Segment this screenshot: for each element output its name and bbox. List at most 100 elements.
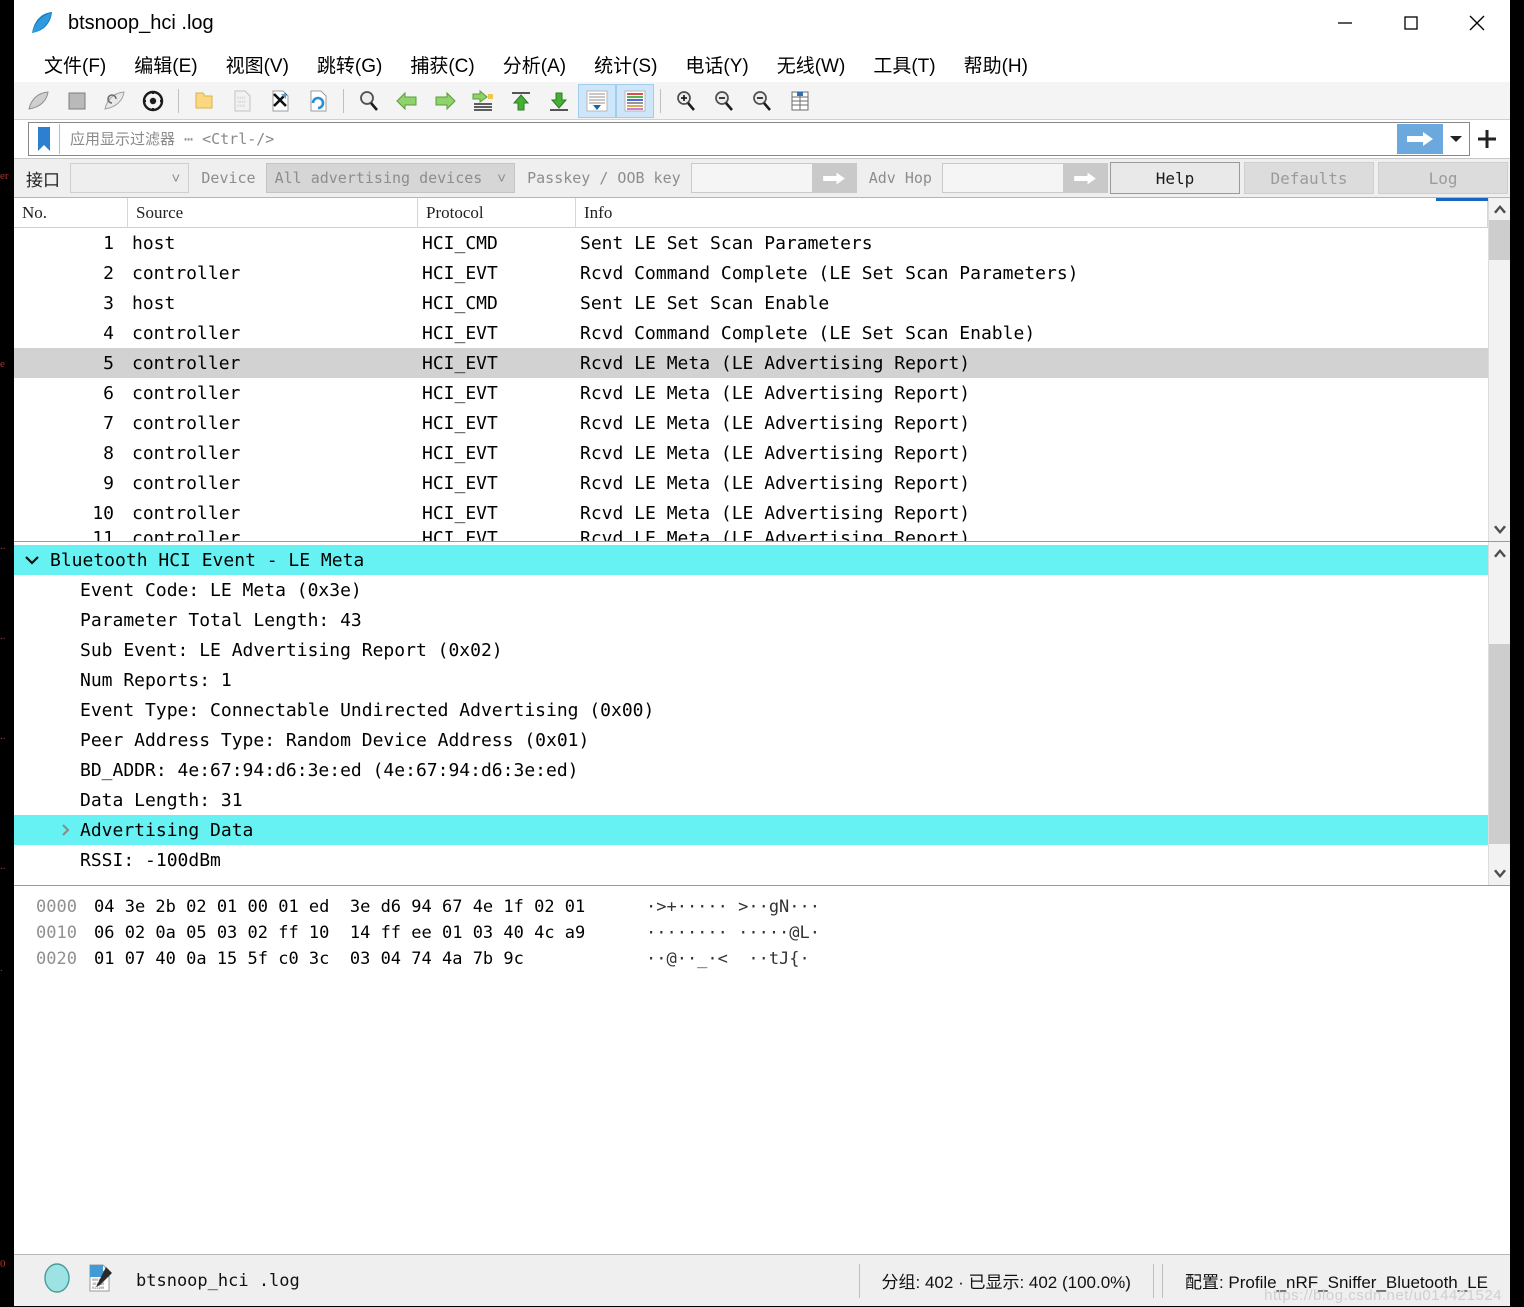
- detail-row[interactable]: Parameter Total Length: 43: [14, 605, 1488, 635]
- detail-row[interactable]: Num Reports: 1: [14, 665, 1488, 695]
- packet-detail-pane: Bluetooth HCI Event - LE Meta Event Code…: [14, 542, 1510, 886]
- close-button[interactable]: [1444, 0, 1510, 46]
- device-select[interactable]: All advertising devices ˅: [265, 163, 516, 193]
- capture-options-icon[interactable]: [134, 84, 172, 118]
- scroll-up-button[interactable]: [1489, 198, 1510, 220]
- scroll-down-button[interactable]: [1489, 519, 1510, 541]
- column-header-info[interactable]: Info: [576, 198, 1488, 228]
- defaults-button[interactable]: Defaults: [1244, 162, 1375, 194]
- chevron-right-icon[interactable]: [50, 823, 80, 837]
- menu-item-statistics[interactable]: 统计(S): [580, 49, 671, 80]
- detail-row[interactable]: Event Code: LE Meta (0x3e): [14, 575, 1488, 605]
- zoom-out-icon[interactable]: [705, 84, 743, 118]
- table-row[interactable]: 6 controller HCI_EVT Rcvd LE Meta (LE Ad…: [14, 378, 1488, 408]
- hex-row[interactable]: 0000 04 3e 2b 02 01 00 01 ed 3e d6 94 67…: [14, 894, 1510, 920]
- packet-list-body[interactable]: No. Source Protocol Info 1 host HCI_CMD …: [14, 198, 1488, 541]
- table-row-selected[interactable]: 5 controller HCI_EVT Rcvd LE Meta (LE Ad…: [14, 348, 1488, 378]
- zoom-reset-icon[interactable]: [743, 84, 781, 118]
- table-row[interactable]: 9 controller HCI_EVT Rcvd LE Meta (LE Ad…: [14, 468, 1488, 498]
- packet-detail-scrollbar[interactable]: [1488, 542, 1510, 885]
- save-file-icon[interactable]: 0101 1010 0101: [223, 84, 261, 118]
- passkey-input[interactable]: [690, 163, 857, 193]
- chevron-down-icon[interactable]: [14, 554, 50, 566]
- menu-item-help[interactable]: 帮助(H): [950, 49, 1042, 80]
- reload-file-icon[interactable]: [299, 84, 337, 118]
- plus-icon[interactable]: [1470, 122, 1504, 156]
- table-row[interactable]: 7 controller HCI_EVT Rcvd LE Meta (LE Ad…: [14, 408, 1488, 438]
- colorize-icon[interactable]: [616, 83, 654, 118]
- chevron-down-icon[interactable]: [1443, 124, 1469, 154]
- menu-item-tools[interactable]: 工具(T): [859, 49, 949, 80]
- table-row[interactable]: 1 host HCI_CMD Sent LE Set Scan Paramete…: [14, 228, 1488, 258]
- find-packet-icon[interactable]: [350, 84, 388, 118]
- minimize-button[interactable]: [1312, 0, 1378, 46]
- zoom-in-icon[interactable]: [667, 84, 705, 118]
- interface-select[interactable]: ˅: [70, 163, 190, 193]
- table-row[interactable]: 10 controller HCI_EVT Rcvd LE Meta (LE A…: [14, 498, 1488, 528]
- scrollbar-track[interactable]: [1489, 220, 1510, 519]
- capture-file-icon[interactable]: 000110101010011100: [86, 1263, 114, 1298]
- packet-bytes-pane[interactable]: 0000 04 3e 2b 02 01 00 01 ed 3e d6 94 67…: [14, 886, 1510, 1254]
- restart-capture-icon[interactable]: [96, 84, 134, 118]
- detail-row-bdaddr[interactable]: BD_ADDR: 4e:67:94:d6:3e:ed (4e:67:94:d6:…: [14, 755, 1488, 785]
- menu-item-edit[interactable]: 编辑(E): [120, 49, 211, 80]
- bookmark-icon[interactable]: [29, 123, 59, 155]
- search-input[interactable]: [59, 124, 1397, 154]
- detail-row[interactable]: Peer Address Type: Random Device Address…: [14, 725, 1488, 755]
- column-header-protocol[interactable]: Protocol: [418, 198, 576, 228]
- display-filter-box[interactable]: [28, 122, 1470, 156]
- table-row[interactable]: 2 controller HCI_EVT Rcvd Command Comple…: [14, 258, 1488, 288]
- close-file-icon[interactable]: [261, 84, 299, 118]
- packet-detail-tree[interactable]: Bluetooth HCI Event - LE Meta Event Code…: [14, 542, 1488, 885]
- scroll-up-button[interactable]: [1489, 542, 1510, 564]
- detail-row-rssi[interactable]: RSSI: -100dBm: [14, 845, 1488, 875]
- cell-no: 5: [103, 352, 114, 374]
- detail-row[interactable]: Sub Event: LE Advertising Report (0x02): [14, 635, 1488, 665]
- menu-item-view[interactable]: 视图(V): [212, 49, 303, 80]
- table-row[interactable]: 8 controller HCI_EVT Rcvd LE Meta (LE Ad…: [14, 438, 1488, 468]
- cell-info: Rcvd LE Meta (LE Advertising Report): [580, 412, 971, 434]
- table-row[interactable]: 3 host HCI_CMD Sent LE Set Scan Enable: [14, 288, 1488, 318]
- status-profile[interactable]: 配置: Profile_nRF_Sniffer_Bluetooth_LE: [1167, 1268, 1510, 1293]
- help-button[interactable]: Help: [1110, 162, 1241, 194]
- hex-row[interactable]: 0020 01 07 40 0a 15 5f c0 3c 03 04 74 4a…: [14, 946, 1510, 972]
- detail-row[interactable]: Event Type: Connectable Undirected Adver…: [14, 695, 1488, 725]
- go-back-icon[interactable]: [388, 84, 426, 118]
- cell-source: host: [132, 292, 176, 314]
- menu-item-go[interactable]: 跳转(G): [303, 49, 396, 80]
- table-row[interactable]: 4 controller HCI_EVT Rcvd Command Comple…: [14, 318, 1488, 348]
- menu-item-wireless[interactable]: 无线(W): [763, 49, 860, 80]
- column-header-source[interactable]: Source: [128, 198, 418, 228]
- start-capture-icon[interactable]: [20, 84, 58, 118]
- detail-row-protocol[interactable]: Bluetooth HCI Event - LE Meta: [14, 545, 1488, 575]
- menu-item-capture[interactable]: 捕获(C): [396, 49, 488, 80]
- go-forward-icon[interactable]: [426, 84, 464, 118]
- scrollbar-thumb[interactable]: [1489, 644, 1510, 844]
- menu-item-analyze[interactable]: 分析(A): [489, 49, 580, 80]
- stop-capture-icon[interactable]: [58, 84, 96, 118]
- packet-list-scrollbar[interactable]: [1488, 198, 1510, 541]
- scrollbar-track[interactable]: [1489, 564, 1510, 863]
- scroll-down-button[interactable]: [1489, 863, 1510, 885]
- maximize-button[interactable]: [1378, 0, 1444, 46]
- menu-item-file[interactable]: 文件(F): [30, 49, 120, 80]
- resize-columns-icon[interactable]: [781, 84, 819, 118]
- table-row[interactable]: 11 controller HCI_EVT Rcvd LE Meta (LE A…: [14, 528, 1488, 541]
- log-button[interactable]: Log: [1378, 162, 1509, 194]
- detail-row-advertising-data[interactable]: Advertising Data: [14, 815, 1488, 845]
- go-to-packet-icon[interactable]: [464, 84, 502, 118]
- go-first-packet-icon[interactable]: [502, 84, 540, 118]
- hex-row[interactable]: 0010 06 02 0a 05 03 02 ff 10 14 ff ee 01…: [14, 920, 1510, 946]
- ready-indicator-icon[interactable]: [42, 1261, 72, 1300]
- auto-scroll-icon[interactable]: [578, 83, 616, 118]
- menu-item-telephony[interactable]: 电话(Y): [671, 49, 762, 80]
- apply-filter-button[interactable]: [1397, 124, 1443, 154]
- open-file-icon[interactable]: [185, 84, 223, 118]
- passkey-submit-button[interactable]: [811, 164, 856, 192]
- detail-row[interactable]: Data Length: 31: [14, 785, 1488, 815]
- adv-hop-input[interactable]: [941, 163, 1109, 193]
- scrollbar-thumb[interactable]: [1489, 220, 1510, 260]
- adv-hop-submit-button[interactable]: [1063, 164, 1108, 192]
- column-header-no[interactable]: No.: [14, 198, 128, 228]
- go-last-packet-icon[interactable]: [540, 84, 578, 118]
